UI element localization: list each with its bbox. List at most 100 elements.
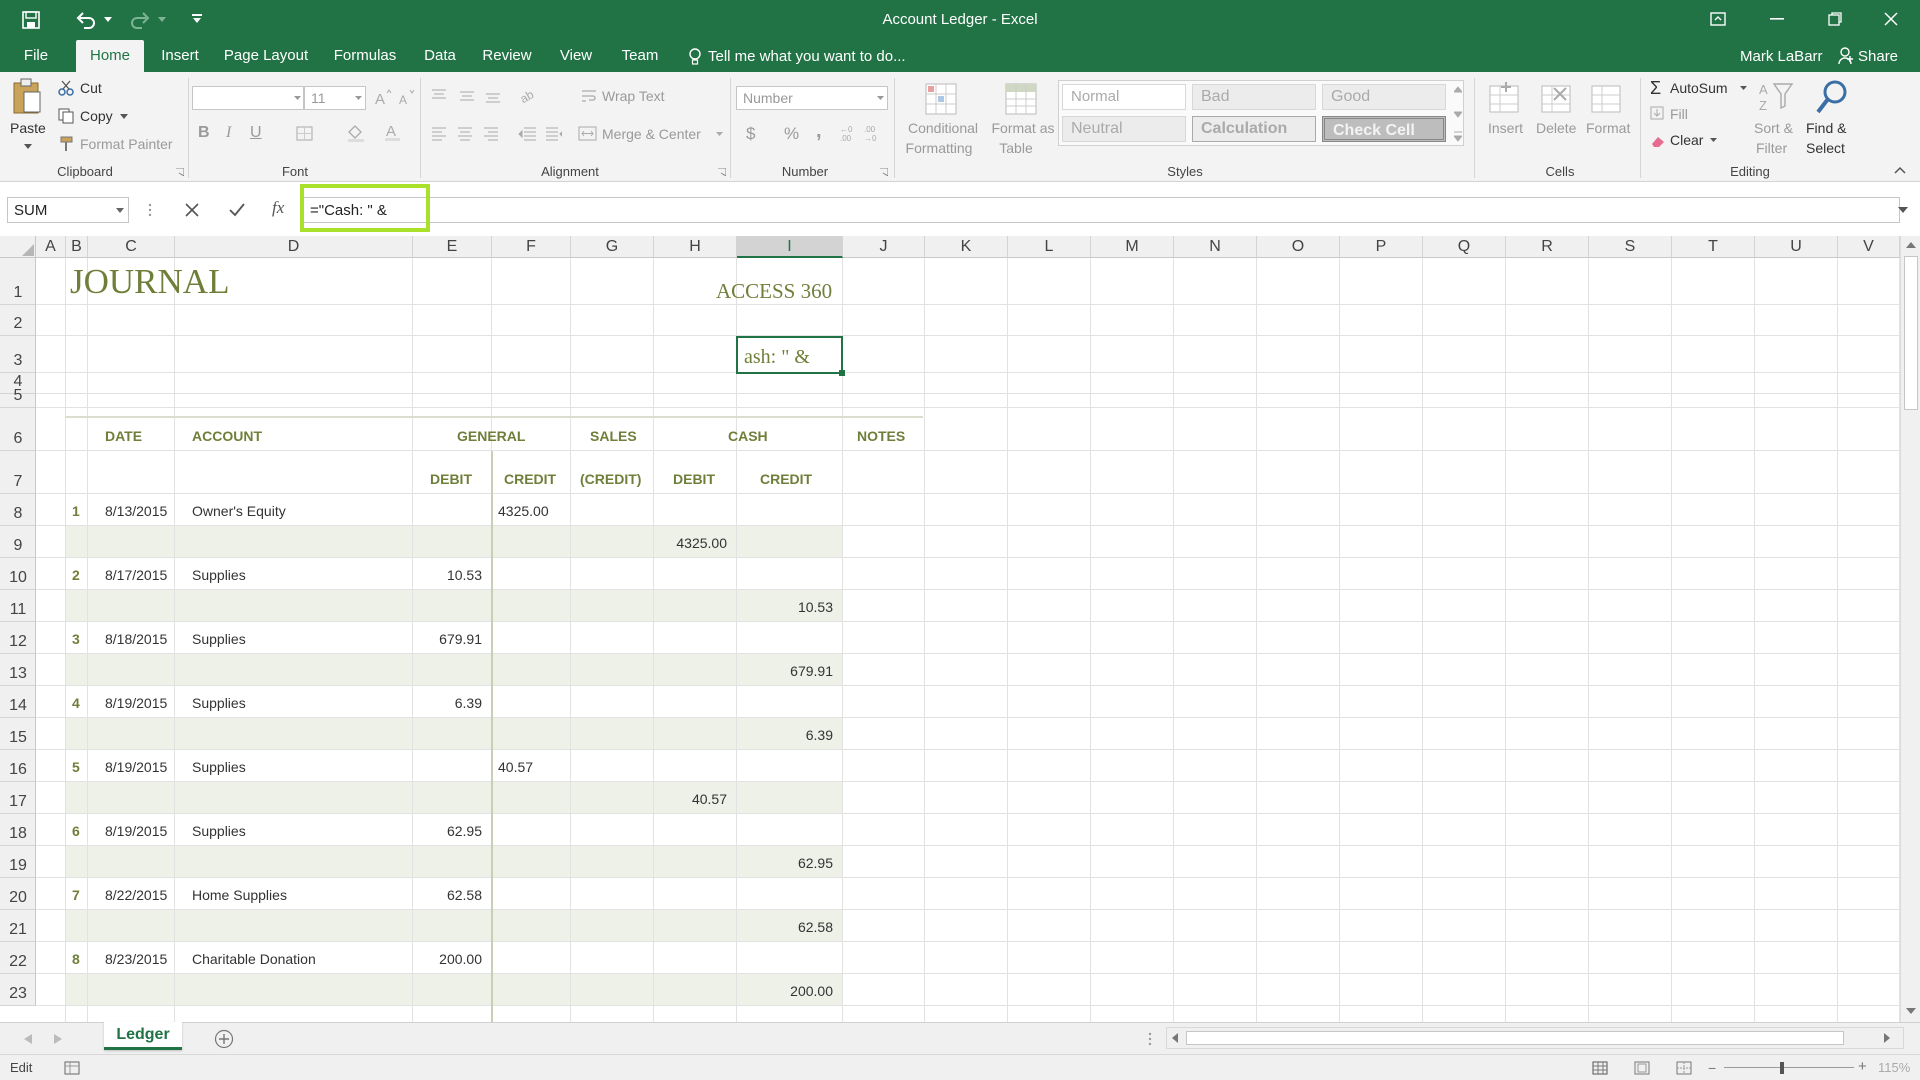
- active-cell-i3[interactable]: ash: " &: [736, 336, 843, 374]
- tab-team[interactable]: Team: [612, 40, 668, 72]
- journal-title[interactable]: JOURNAL: [70, 262, 229, 302]
- page-break-view-icon[interactable]: [1676, 1061, 1692, 1075]
- row-header-17[interactable]: 17: [0, 782, 36, 814]
- column-header-f[interactable]: F: [492, 236, 571, 258]
- tab-formulas[interactable]: Formulas: [324, 40, 406, 72]
- row-header-23[interactable]: 23: [0, 974, 36, 1006]
- dialog-launcher-icon[interactable]: [176, 168, 184, 176]
- restore-icon[interactable]: [1828, 12, 1842, 26]
- clear-button[interactable]: Clear: [1670, 132, 1703, 148]
- wrap-text-icon[interactable]: [580, 88, 598, 104]
- entry-date[interactable]: 8/23/2015: [105, 951, 167, 967]
- row-header-13[interactable]: 13: [0, 654, 36, 686]
- sort-filter-label-2[interactable]: Filter: [1756, 140, 1787, 156]
- row-header-16[interactable]: 16: [0, 750, 36, 782]
- paste-button[interactable]: Paste: [10, 120, 46, 136]
- entry-account[interactable]: Supplies: [192, 759, 246, 775]
- page-layout-view-icon[interactable]: [1634, 1061, 1650, 1075]
- font-name-combo[interactable]: [192, 86, 304, 110]
- cut-icon[interactable]: [58, 80, 74, 96]
- style-neutral[interactable]: Neutral: [1062, 116, 1186, 142]
- entry-cash-debit[interactable]: 40.57: [654, 791, 727, 807]
- entry-number[interactable]: 5: [72, 759, 80, 775]
- autosum-icon[interactable]: Σ: [1650, 78, 1661, 99]
- increase-font-icon[interactable]: A: [374, 88, 392, 106]
- name-box-dropdown-icon[interactable]: [116, 208, 124, 213]
- decrease-font-icon[interactable]: A: [398, 88, 416, 106]
- column-header-b[interactable]: B: [66, 236, 88, 258]
- row-header-11[interactable]: 11: [0, 590, 36, 622]
- zoom-level[interactable]: 115%: [1878, 1060, 1910, 1075]
- entry-general-debit[interactable]: 679.91: [413, 631, 482, 647]
- column-header-g[interactable]: G: [571, 236, 654, 258]
- autosum-button[interactable]: AutoSum: [1670, 80, 1728, 96]
- column-header-u[interactable]: U: [1755, 236, 1838, 258]
- tab-file[interactable]: File: [12, 40, 60, 72]
- entry-date[interactable]: 8/19/2015: [105, 759, 167, 775]
- fill-color-icon[interactable]: [346, 124, 366, 142]
- row-header-1[interactable]: 1: [0, 258, 36, 305]
- row-header-8[interactable]: 8: [0, 494, 36, 526]
- vertical-align-icons[interactable]: [430, 88, 510, 104]
- row-header-6[interactable]: 6: [0, 408, 36, 451]
- format-as-table-icon[interactable]: [1004, 82, 1040, 118]
- percent-button[interactable]: %: [784, 124, 799, 144]
- column-header-h[interactable]: H: [654, 236, 737, 258]
- copy-button[interactable]: Copy: [80, 108, 113, 124]
- format-cells-button[interactable]: Format: [1586, 120, 1630, 136]
- font-name-dropdown-icon[interactable]: [294, 96, 301, 100]
- clear-dropdown-icon[interactable]: [1710, 138, 1717, 142]
- column-header-a[interactable]: A: [36, 236, 66, 258]
- row-header-12[interactable]: 12: [0, 622, 36, 654]
- column-header-s[interactable]: S: [1589, 236, 1672, 258]
- prev-sheet-icon[interactable]: [24, 1034, 32, 1044]
- entry-account[interactable]: Charitable Donation: [192, 951, 316, 967]
- column-header-r[interactable]: R: [1506, 236, 1589, 258]
- insert-cells-icon[interactable]: [1488, 80, 1524, 118]
- comma-button[interactable]: ,: [816, 120, 822, 143]
- clear-eraser-icon[interactable]: [1650, 134, 1666, 148]
- style-normal[interactable]: Normal: [1062, 84, 1186, 110]
- bold-button[interactable]: B: [198, 124, 210, 142]
- tab-review[interactable]: Review: [474, 40, 540, 72]
- paste-dropdown-icon[interactable]: [24, 144, 32, 149]
- scroll-left-icon[interactable]: [1172, 1033, 1178, 1043]
- styles-gallery-scroll-icon[interactable]: [1454, 84, 1462, 144]
- conditional-formatting-label[interactable]: Conditional: [902, 120, 984, 136]
- tab-insert[interactable]: Insert: [152, 40, 208, 72]
- entry-date[interactable]: 8/22/2015: [105, 887, 167, 903]
- entry-date[interactable]: 8/17/2015: [105, 567, 167, 583]
- row-header-5[interactable]: 5: [0, 387, 36, 408]
- autosum-dropdown-icon[interactable]: [1740, 86, 1747, 90]
- column-header-p[interactable]: P: [1340, 236, 1423, 258]
- font-color-icon[interactable]: A: [384, 122, 402, 142]
- new-sheet-icon[interactable]: [214, 1029, 234, 1049]
- italic-button[interactable]: I: [226, 124, 231, 142]
- column-header-j[interactable]: J: [843, 236, 925, 258]
- zoom-in-button[interactable]: +: [1858, 1058, 1867, 1075]
- entry-cash-credit[interactable]: 62.58: [737, 919, 833, 935]
- zoom-slider[interactable]: [1724, 1067, 1854, 1068]
- entry-general-debit[interactable]: 62.95: [413, 823, 482, 839]
- column-header-q[interactable]: Q: [1423, 236, 1506, 258]
- next-sheet-icon[interactable]: [54, 1034, 62, 1044]
- sort-filter-icon[interactable]: AZ: [1758, 78, 1794, 118]
- row-header-21[interactable]: 21: [0, 910, 36, 942]
- horizontal-align-icons[interactable]: [430, 126, 510, 142]
- tab-home[interactable]: Home: [76, 40, 144, 72]
- entry-account[interactable]: Supplies: [192, 695, 246, 711]
- delete-cells-button[interactable]: Delete: [1536, 120, 1576, 136]
- minimize-icon[interactable]: [1770, 18, 1784, 20]
- column-header-i[interactable]: I: [737, 236, 843, 258]
- row-header-2[interactable]: 2: [0, 305, 36, 336]
- row-header-14[interactable]: 14: [0, 686, 36, 718]
- orientation-icon[interactable]: ab: [518, 86, 546, 104]
- tab-data[interactable]: Data: [416, 40, 464, 72]
- currency-button[interactable]: $: [746, 124, 755, 144]
- formula-bar-splitter-icon[interactable]: [148, 203, 152, 217]
- horizontal-scroll-thumb[interactable]: [1186, 1031, 1844, 1045]
- entry-number[interactable]: 1: [72, 503, 80, 519]
- entry-general-debit[interactable]: 10.53: [413, 567, 482, 583]
- find-select-label-2[interactable]: Select: [1806, 140, 1845, 156]
- column-header-t[interactable]: T: [1672, 236, 1755, 258]
